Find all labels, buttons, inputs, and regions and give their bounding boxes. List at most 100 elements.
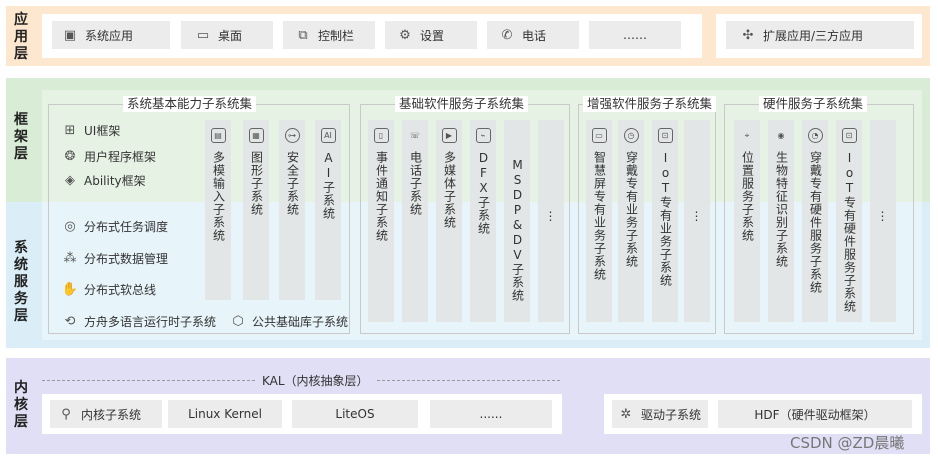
kernel-item-more: ......: [430, 400, 552, 428]
service-item-library[interactable]: ⬡ 公共基础库子系统: [230, 313, 348, 330]
framework-item-ability[interactable]: ◈ Ability框架: [62, 172, 146, 189]
driver-icon: ✲: [620, 406, 632, 422]
notification-icon: ▯: [373, 128, 389, 143]
ui-icon: ⊞: [64, 123, 76, 138]
eye-icon: ◉: [777, 130, 785, 140]
app-item-phone[interactable]: ✆ 电话: [487, 21, 579, 49]
framework-item-user-program[interactable]: ❂ 用户程序框架: [62, 148, 156, 165]
graphics-icon: ▦: [248, 128, 264, 143]
column-label: IoT专有硬件服务子系统: [842, 151, 857, 313]
ai-icon: AI: [320, 128, 336, 143]
extension-label: 扩展应用/三方应用: [763, 28, 864, 43]
kal-label: KAL（内核抽象层）: [256, 372, 375, 389]
hand-icon: ✋: [61, 282, 79, 297]
app-layer-label: 应用层: [14, 12, 28, 62]
column-wearable[interactable]: ◷ 穿戴专有业务子系统: [618, 120, 644, 322]
driver-label: 驱动子系统: [641, 407, 702, 422]
kernel-item-label: Linux Kernel: [188, 407, 262, 421]
column-label: ⋮: [690, 209, 704, 223]
column-label: 电话子系统: [408, 151, 423, 216]
phone-service-icon: ☏: [409, 130, 420, 140]
service-layer-label: 系统服务层: [14, 240, 28, 324]
column-label: ⋮: [876, 209, 890, 223]
driver-subsystem[interactable]: ✲ 驱动子系统: [612, 400, 708, 428]
column-label: ⋮: [544, 209, 558, 223]
column-label: 智慧屏专有业务子系统: [592, 151, 607, 281]
column-dfx[interactable]: ⌁ DFX子系统: [470, 120, 496, 322]
runtime-icon: ⟲: [64, 314, 76, 329]
column-label: 穿戴专有业务子系统: [624, 151, 639, 268]
column-label: 多模输入子系统: [211, 151, 226, 242]
group-title: 增强软件服务子系统集: [583, 96, 717, 112]
group-title: 硬件服务子系统集: [759, 96, 868, 112]
kernel-icon: ⚲: [61, 406, 71, 422]
column-label: 图形子系统: [249, 151, 264, 216]
kernel-item-liteos[interactable]: LiteOS: [292, 400, 418, 428]
kernel-item-linux[interactable]: Linux Kernel: [168, 400, 282, 428]
column-phone-service[interactable]: ☏ 电话子系统: [402, 120, 428, 322]
wearable-icon: ◔: [807, 128, 823, 143]
column-label: 多媒体子系统: [442, 151, 457, 229]
column-label: DFX子系统: [476, 151, 491, 235]
service-item-label: 分布式软总线: [84, 283, 157, 297]
service-item-softbus[interactable]: ✋ 分布式软总线: [62, 281, 156, 298]
app-item-desktop[interactable]: ▭ 桌面: [181, 21, 273, 49]
service-item-label: 公共基础库子系统: [252, 315, 349, 329]
app-item-control-bar[interactable]: ⧉ 控制栏: [283, 21, 375, 49]
user-framework-icon: ❂: [64, 149, 76, 164]
app-item-extension[interactable]: ✣ 扩展应用/三方应用: [726, 21, 914, 49]
app-item-label: 电话: [522, 28, 547, 43]
service-item-runtime[interactable]: ⟲ 方舟多语言运行时子系统: [62, 313, 216, 330]
column-label: 安全子系统: [285, 151, 300, 216]
column-wearable-hw[interactable]: ◔ 穿戴专有硬件服务子系统: [802, 120, 828, 322]
column-label: 穿戴专有硬件服务子系统: [808, 151, 823, 294]
app-item-system-app[interactable]: ▣ 系统应用: [52, 21, 170, 49]
iot-icon: ⊡: [657, 128, 673, 143]
puzzle-icon: ✣: [742, 27, 754, 43]
kernel-item-label: LiteOS: [335, 407, 375, 421]
column-graphics[interactable]: ▦ 图形子系统: [243, 120, 269, 300]
app-item-more: ……: [589, 21, 681, 49]
phone-icon: ✆: [501, 27, 513, 43]
iot-hw-icon: ⊡: [841, 128, 857, 143]
column-msdp[interactable]: MSDP&DV子系统: [504, 120, 530, 322]
column-location[interactable]: ⌖ 位置服务子系统: [734, 120, 760, 322]
framework-item-label: Ability框架: [84, 174, 146, 188]
kernel-item-label: 内核子系统: [81, 407, 142, 422]
column-label: IoT专有业务子系统: [658, 151, 673, 287]
app-icon: ▣: [63, 27, 77, 43]
group-title: 基础软件服务子系统集: [395, 96, 529, 112]
kernel-item-subsystem[interactable]: ⚲ 内核子系统: [50, 400, 162, 428]
gear-icon: ⚙: [399, 27, 411, 43]
column-ai[interactable]: AI AI子系统: [315, 120, 341, 300]
location-icon: ⌖: [744, 130, 750, 140]
monitor-icon: ▭: [196, 27, 210, 43]
column-label: MSDP&DV子系统: [510, 158, 525, 302]
column-notification[interactable]: ▯ 事件通知子系统: [368, 120, 394, 322]
media-icon: ▶: [441, 128, 457, 143]
hdf-box[interactable]: HDF（硬件驱动框架）: [718, 400, 912, 428]
column-iot[interactable]: ⊡ IoT专有业务子系统: [652, 120, 678, 322]
service-item-label: 方舟多语言运行时子系统: [84, 315, 217, 329]
column-media[interactable]: ▶ 多媒体子系统: [436, 120, 462, 322]
column-smart-screen[interactable]: ▭ 智慧屏专有业务子系统: [586, 120, 612, 322]
app-item-label: 控制栏: [318, 28, 355, 43]
layers-icon: ◈: [65, 173, 75, 188]
service-item-task[interactable]: ◎ 分布式任务调度: [62, 218, 168, 235]
service-item-label: 分布式数据管理: [84, 252, 169, 266]
column-input[interactable]: ▤ 多模输入子系统: [205, 120, 231, 300]
control-bar-icon: ⧉: [298, 27, 308, 43]
column-iot-hw[interactable]: ⊡ IoT专有硬件服务子系统: [836, 120, 862, 322]
app-item-label: 桌面: [218, 28, 243, 43]
column-security[interactable]: ⊶ 安全子系统: [279, 120, 305, 300]
watch-icon: ◷: [623, 128, 639, 143]
column-biometric[interactable]: ◉ 生物特征识别子系统: [768, 120, 794, 322]
group-title: 系统基本能力子系统集: [123, 96, 257, 112]
app-item-label: 设置: [420, 28, 445, 43]
service-item-data[interactable]: ⁂ 分布式数据管理: [62, 250, 169, 267]
app-item-settings[interactable]: ⚙ 设置: [385, 21, 477, 49]
service-item-label: 分布式任务调度: [84, 220, 169, 234]
app-item-label: 系统应用: [85, 28, 134, 43]
framework-item-ui[interactable]: ⊞ UI框架: [62, 122, 121, 139]
watermark: CSDN @ZD晨曦: [790, 434, 905, 452]
